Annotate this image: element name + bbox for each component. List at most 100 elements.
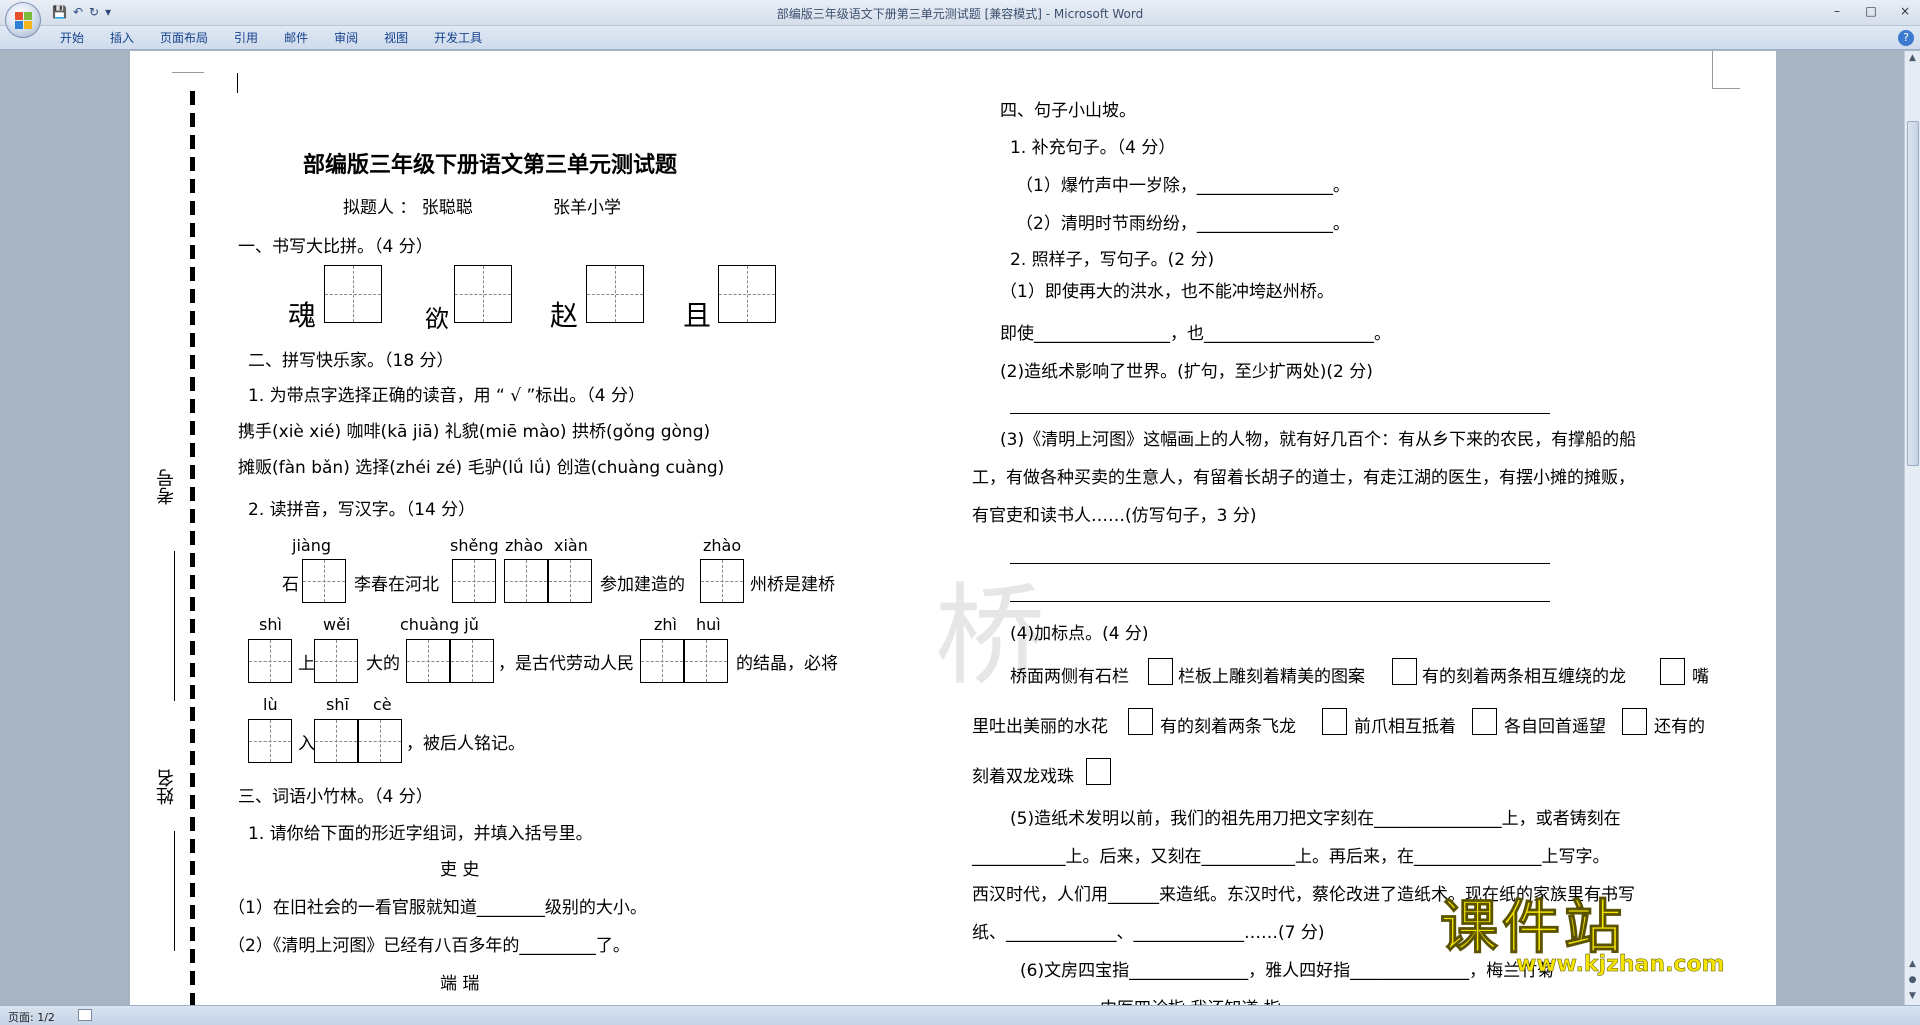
pinyin-sheng: shěng xyxy=(450,536,499,555)
minimize-button[interactable]: – xyxy=(1828,3,1846,19)
writing-grid[interactable] xyxy=(358,719,402,763)
side-underline xyxy=(174,831,175,951)
tab-insert[interactable]: 插入 xyxy=(110,30,151,46)
section-4-q5-line-1: (5)造纸术发明以前，我们的祖先用刀把文字刻在_______________上，… xyxy=(1010,809,1621,829)
punctuation-box[interactable] xyxy=(1472,708,1497,735)
section-1-heading: 一、书写大比拼。（4 分） xyxy=(238,237,433,257)
window-controls: – □ × xyxy=(1828,3,1914,19)
answer-line[interactable] xyxy=(1010,413,1550,414)
watermark-url: www.kjzhan.com xyxy=(1516,952,1725,978)
pinyin-row-2: 摊贩(fàn bǎn) 选择(zhéi zé) 毛驴(lǘ lǘ) 创造(chu… xyxy=(238,458,725,478)
punctuation-box[interactable] xyxy=(1660,658,1685,685)
title-bar: 💾 ↶ ↻ ▾ 部编版三年级语文下册第三单元测试题 [兼容模式] - Micro… xyxy=(0,0,1920,38)
close-button[interactable]: × xyxy=(1896,3,1914,19)
punctuation-box[interactable] xyxy=(1392,658,1417,685)
document-workspace[interactable]: 考号 姓名 部编版三年级下册语文第三单元测试题 拟题人 ： 张聪聪 张羊小学 一… xyxy=(0,51,1904,1005)
writing-grid[interactable] xyxy=(324,265,382,323)
tab-review[interactable]: 审阅 xyxy=(334,30,375,46)
page-indicator[interactable]: 页面: 1/2 xyxy=(8,1009,55,1025)
punct-text: 里吐出美丽的水花 xyxy=(972,717,1108,737)
prev-page-icon[interactable]: ▲ xyxy=(1905,957,1920,972)
fill-text: 石 xyxy=(282,575,299,595)
fill-text: ，被后人铭记。 xyxy=(406,734,525,754)
fill-text: 州桥是建桥 xyxy=(750,575,835,595)
section-4-q6-continued: 中医四诊指 我还知道 指 xyxy=(1100,994,1281,1005)
section-4-q2-2: (2)造纸术影响了世界。(扩句，至少扩两处)(2 分) xyxy=(1000,362,1373,382)
char-qie: 且 xyxy=(683,299,712,332)
writing-grid[interactable] xyxy=(302,559,346,603)
fill-text: 的结晶，必将 xyxy=(736,654,838,674)
office-button[interactable] xyxy=(5,2,41,38)
writing-grid[interactable] xyxy=(718,265,776,323)
document-page[interactable]: 考号 姓名 部编版三年级下册语文第三单元测试题 拟题人 ： 张聪聪 张羊小学 一… xyxy=(130,51,1776,1005)
char-hun: 魂 xyxy=(288,299,317,332)
ribbon: 开始 插入 页面布局 引用 邮件 审阅 视图 开发工具 ? xyxy=(0,26,1920,50)
punct-text: 刻着双龙戏珠 xyxy=(972,767,1074,787)
writing-grid[interactable] xyxy=(314,719,358,763)
section-4-q5-line-4: 纸、_____________、_____________……(7 分) xyxy=(972,923,1325,943)
pinyin-zhao: zhào xyxy=(505,536,544,555)
scroll-up-icon[interactable]: ▲ xyxy=(1905,51,1920,66)
section-3-item-1: （1）在旧社会的一看官服就知道________级别的大小。 xyxy=(228,898,647,918)
writing-grid[interactable] xyxy=(450,639,494,683)
writing-grid[interactable] xyxy=(454,265,512,323)
pinyin-shi: shì xyxy=(259,615,282,634)
punctuation-box[interactable] xyxy=(1128,708,1153,735)
char-zhao: 赵 xyxy=(550,299,579,332)
punct-text: 还有的 xyxy=(1654,717,1705,737)
browse-object-icon[interactable]: ● xyxy=(1905,973,1920,988)
ribbon-tabs: 开始 插入 页面布局 引用 邮件 审阅 视图 开发工具 xyxy=(60,30,508,46)
writing-grid[interactable] xyxy=(248,719,292,763)
writing-grid[interactable] xyxy=(406,639,450,683)
pinyin-row-1: 携手(xiè xié) 咖啡(kā jiā) 礼貌(miē mào) 拱桥(gǒ… xyxy=(238,422,711,442)
tab-view[interactable]: 视图 xyxy=(384,30,425,46)
tab-home[interactable]: 开始 xyxy=(60,30,101,46)
fill-text: 大的 xyxy=(366,654,400,674)
maximize-button[interactable]: □ xyxy=(1862,3,1880,19)
pinyin-wei: wěi xyxy=(323,615,351,634)
tab-references[interactable]: 引用 xyxy=(234,30,275,46)
writing-grid[interactable] xyxy=(548,559,592,603)
punctuation-box[interactable] xyxy=(1622,708,1647,735)
writing-grid[interactable] xyxy=(314,639,358,683)
writing-grid[interactable] xyxy=(504,559,548,603)
punctuation-box[interactable] xyxy=(1148,658,1173,685)
section-4-q3-line-3: 有官吏和读书人……(仿写句子，3 分) xyxy=(972,506,1257,526)
scroll-thumb[interactable] xyxy=(1907,121,1919,466)
tab-page-layout[interactable]: 页面布局 xyxy=(160,30,225,46)
answer-line[interactable] xyxy=(1010,601,1550,602)
help-icon[interactable]: ? xyxy=(1898,30,1914,46)
text-cursor xyxy=(237,73,238,93)
fill-text: 入 xyxy=(298,734,315,754)
punct-text: 桥面两侧有石栏 xyxy=(1010,667,1129,687)
section-4-q2-blank: 即使________________，也____________________… xyxy=(1000,324,1391,344)
section-4-q2-example: （1）即使再大的洪水，也不能冲垮赵州桥。 xyxy=(1000,282,1334,302)
pinyin-hui: huì xyxy=(696,615,721,634)
writing-grid[interactable] xyxy=(684,639,728,683)
tab-developer[interactable]: 开发工具 xyxy=(434,30,499,46)
section-2-heading: 二、拼写快乐家。（18 分） xyxy=(248,351,454,371)
writing-grid[interactable] xyxy=(248,639,292,683)
window-title: 部编版三年级语文下册第三单元测试题 [兼容模式] - Microsoft Wor… xyxy=(776,7,1144,21)
writing-grid[interactable] xyxy=(700,559,744,603)
answer-line[interactable] xyxy=(1010,563,1550,564)
author-line: 拟题人 ： 张聪聪 xyxy=(343,198,473,218)
section-4-q1: 1. 补充句子。（4 分） xyxy=(1010,138,1176,158)
section-3-heading: 三、词语小竹林。（4 分） xyxy=(238,787,433,807)
fill-text: 李春在河北 xyxy=(354,575,439,595)
writing-grid[interactable] xyxy=(640,639,684,683)
section-4-q5-line-2: ___________上。后来，又刻在___________上。再后来，在___… xyxy=(972,847,1610,867)
macro-record-icon[interactable] xyxy=(78,1009,92,1021)
section-2-q2: 2. 读拼音，写汉字。（14 分） xyxy=(248,500,476,520)
section-2-q1: 1. 为带点字选择正确的读音，用 “ √ ”标出。（4 分） xyxy=(248,386,646,406)
next-page-icon[interactable]: ▼ xyxy=(1905,989,1920,1004)
section-3-item-2: （2）《清明上河图》已经有八百多年的_________了。 xyxy=(228,936,630,956)
punct-text: 有的刻着两条飞龙 xyxy=(1160,717,1296,737)
tab-mailings[interactable]: 邮件 xyxy=(284,30,325,46)
writing-grid[interactable] xyxy=(586,265,644,323)
writing-grid[interactable] xyxy=(452,559,496,603)
punctuation-box[interactable] xyxy=(1086,758,1111,785)
punctuation-box[interactable] xyxy=(1322,708,1347,735)
vertical-scrollbar[interactable]: ▲ ▲ ● ▼ xyxy=(1904,51,1920,1005)
section-4-heading: 四、句子小山坡。 xyxy=(1000,101,1136,121)
